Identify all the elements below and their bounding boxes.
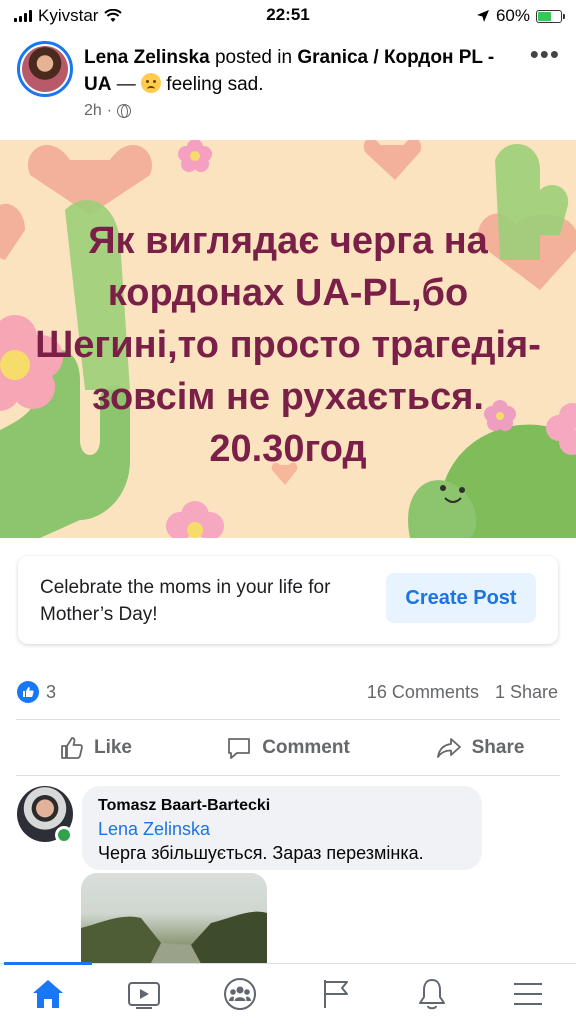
bell-icon <box>419 979 445 1010</box>
post-timestamp-row: 2h · <box>84 102 132 120</box>
battery-icon <box>536 9 565 23</box>
divider <box>16 775 560 776</box>
like-reaction-icon[interactable] <box>17 681 39 703</box>
posted-in-label: posted in <box>214 47 293 68</box>
mothers-day-promo-card: Celebrate the moms in your life for Moth… <box>18 556 558 644</box>
tab-groups[interactable] <box>192 964 288 1024</box>
cactus-eye <box>440 485 446 491</box>
share-label: Share <box>471 737 525 758</box>
tab-menu[interactable] <box>480 964 576 1024</box>
like-count[interactable]: 3 <box>46 682 56 703</box>
share-button[interactable]: Share <box>384 722 576 774</box>
tab-notifications[interactable] <box>384 964 480 1024</box>
feeling-label: feeling sad. <box>166 74 264 95</box>
comment-bubble[interactable]: Tomasz Baart-Bartecki Lena Zelinska Черг… <box>82 786 482 870</box>
video-icon <box>128 982 160 1009</box>
more-dots-icon[interactable]: ••• <box>530 41 560 67</box>
groups-icon <box>224 978 256 1010</box>
tab-home[interactable] <box>0 964 96 1024</box>
status-bar: Kyivstar 22:51 60% <box>0 0 576 30</box>
post-actions: Like Comment Share <box>0 722 576 774</box>
cactus-eye <box>459 487 465 493</box>
shares-count[interactable]: 1 Share <box>495 682 558 703</box>
separator: · <box>106 102 113 119</box>
like-label: Like <box>93 737 133 758</box>
like-button[interactable]: Like <box>0 722 192 774</box>
promo-text: Celebrate the moms in your life for Moth… <box>40 577 331 625</box>
comment-photo[interactable] <box>81 873 267 973</box>
post-meta: Lena Zelinska posted in Granica / Кордон… <box>84 44 504 98</box>
location-arrow-icon <box>476 10 489 22</box>
tab-watch[interactable] <box>96 964 192 1024</box>
status-right: 60% <box>476 6 565 26</box>
thumbs-up-icon <box>61 737 83 759</box>
home-icon <box>33 980 63 1008</box>
comment-bubble-icon <box>228 738 251 759</box>
image-caption: Як виглядає черга на кордонах UA-PL,бо Ш… <box>35 220 541 470</box>
online-status-dot <box>55 826 73 844</box>
tab-pages[interactable] <box>288 964 384 1024</box>
post-image[interactable]: Як виглядає черга на кордонах UA-PL,бо Ш… <box>0 140 576 538</box>
comment-button[interactable]: Comment <box>192 722 384 774</box>
post-time[interactable]: 2h <box>84 102 102 120</box>
share-arrow-icon <box>436 738 461 758</box>
author-name[interactable]: Lena Zelinska <box>84 47 210 68</box>
divider <box>16 719 560 720</box>
post-header: Lena Zelinska posted in Granica / Кордон… <box>0 38 576 130</box>
globe-icon <box>117 104 132 118</box>
comment-label: Comment <box>262 737 350 758</box>
comment-text: Черга збільшується. Зараз перезмінка. <box>98 843 424 863</box>
active-tab-indicator <box>4 962 92 965</box>
create-post-button[interactable]: Create Post <box>386 573 536 623</box>
comments-count[interactable]: 16 Comments <box>367 682 479 703</box>
engagement-counts: 16 Comments 1 Share <box>367 682 558 703</box>
battery-percent: 60% <box>495 6 530 25</box>
comment-author[interactable]: Tomasz Baart-Bartecki <box>98 795 466 817</box>
flag-icon <box>324 980 348 1008</box>
sad-emoji-icon <box>141 73 162 93</box>
author-avatar[interactable] <box>17 41 73 97</box>
comment-mention[interactable]: Lena Zelinska <box>98 817 466 841</box>
reactions-row: 3 16 Comments 1 Share <box>0 672 576 712</box>
menu-icon <box>514 983 542 1005</box>
dash: — <box>116 74 136 95</box>
bottom-tab-bar <box>0 962 576 1024</box>
